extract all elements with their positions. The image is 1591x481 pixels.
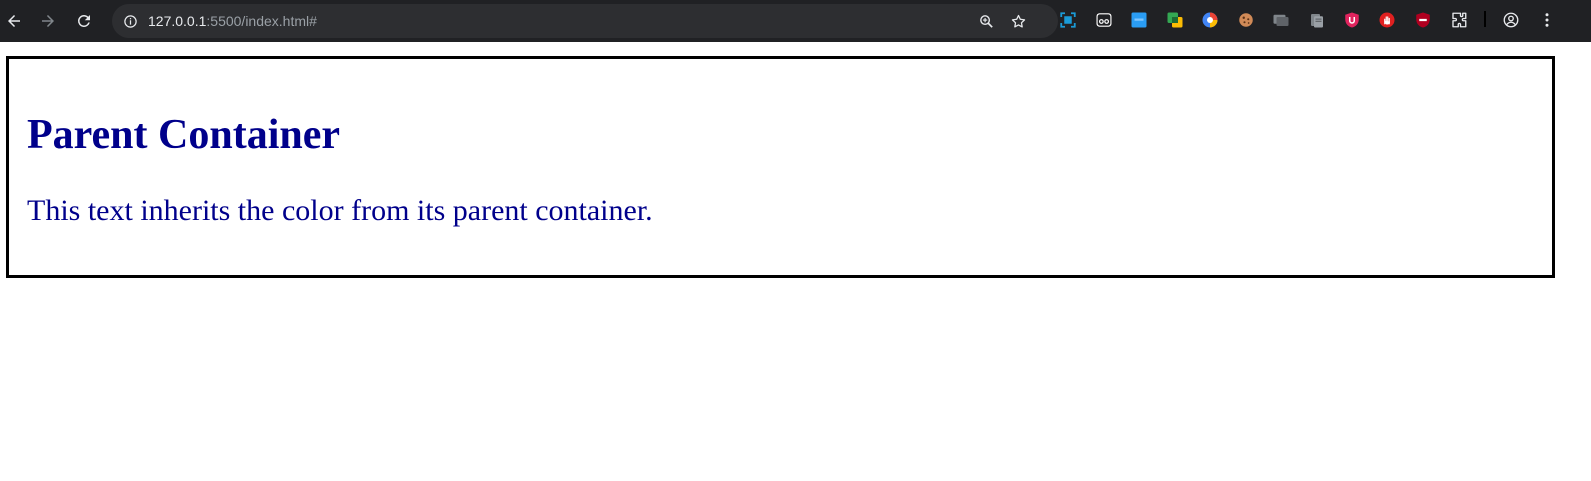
forward-arrow-icon xyxy=(42,15,54,27)
back-arrow-icon xyxy=(8,15,20,27)
colorful-circle-extension-icon[interactable] xyxy=(1201,11,1219,29)
site-info-icon[interactable] xyxy=(120,11,140,31)
url-host: 127.0.0.1 xyxy=(148,13,207,29)
url-path: :5500/index.html# xyxy=(206,13,317,29)
forward-button[interactable] xyxy=(34,7,62,35)
clipboard-extension-icon[interactable] xyxy=(1308,11,1326,29)
yellow-green-extension-icon[interactable] xyxy=(1166,11,1184,29)
toolbar-separator xyxy=(1484,11,1486,27)
browser-toolbar: 127.0.0.1:5500/index.html# xyxy=(0,0,1591,42)
parent-container: Parent Container This text inherits the … xyxy=(6,56,1555,278)
profile-avatar-icon[interactable] xyxy=(1502,11,1520,29)
gray-cards-extension-icon[interactable] xyxy=(1272,11,1290,29)
zoom-icon[interactable] xyxy=(976,11,996,31)
more-menu-icon[interactable] xyxy=(1538,11,1556,29)
extensions-puzzle-icon[interactable] xyxy=(1450,11,1468,29)
pink-shield-extension-icon[interactable] xyxy=(1343,11,1361,29)
address-bar[interactable]: 127.0.0.1:5500/index.html# xyxy=(112,4,1058,38)
page-heading: Parent Container xyxy=(27,112,341,158)
back-button[interactable] xyxy=(0,7,28,35)
page-content: Parent Container This text inherits the … xyxy=(0,42,1591,481)
red-block-extension-icon[interactable] xyxy=(1414,11,1432,29)
screenshot-extension-icon[interactable] xyxy=(1059,11,1077,29)
reload-button[interactable] xyxy=(70,7,98,35)
eyes-extension-icon[interactable] xyxy=(1095,11,1113,29)
blue-square-extension-icon[interactable] xyxy=(1130,11,1148,29)
bookmark-star-icon[interactable] xyxy=(1008,11,1028,31)
cookie-extension-icon[interactable] xyxy=(1237,11,1255,29)
inherited-color-paragraph: This text inherits the color from its pa… xyxy=(27,194,653,227)
red-hand-extension-icon[interactable] xyxy=(1378,11,1396,29)
url-text[interactable]: 127.0.0.1:5500/index.html# xyxy=(148,4,317,38)
reload-icon xyxy=(77,14,90,27)
